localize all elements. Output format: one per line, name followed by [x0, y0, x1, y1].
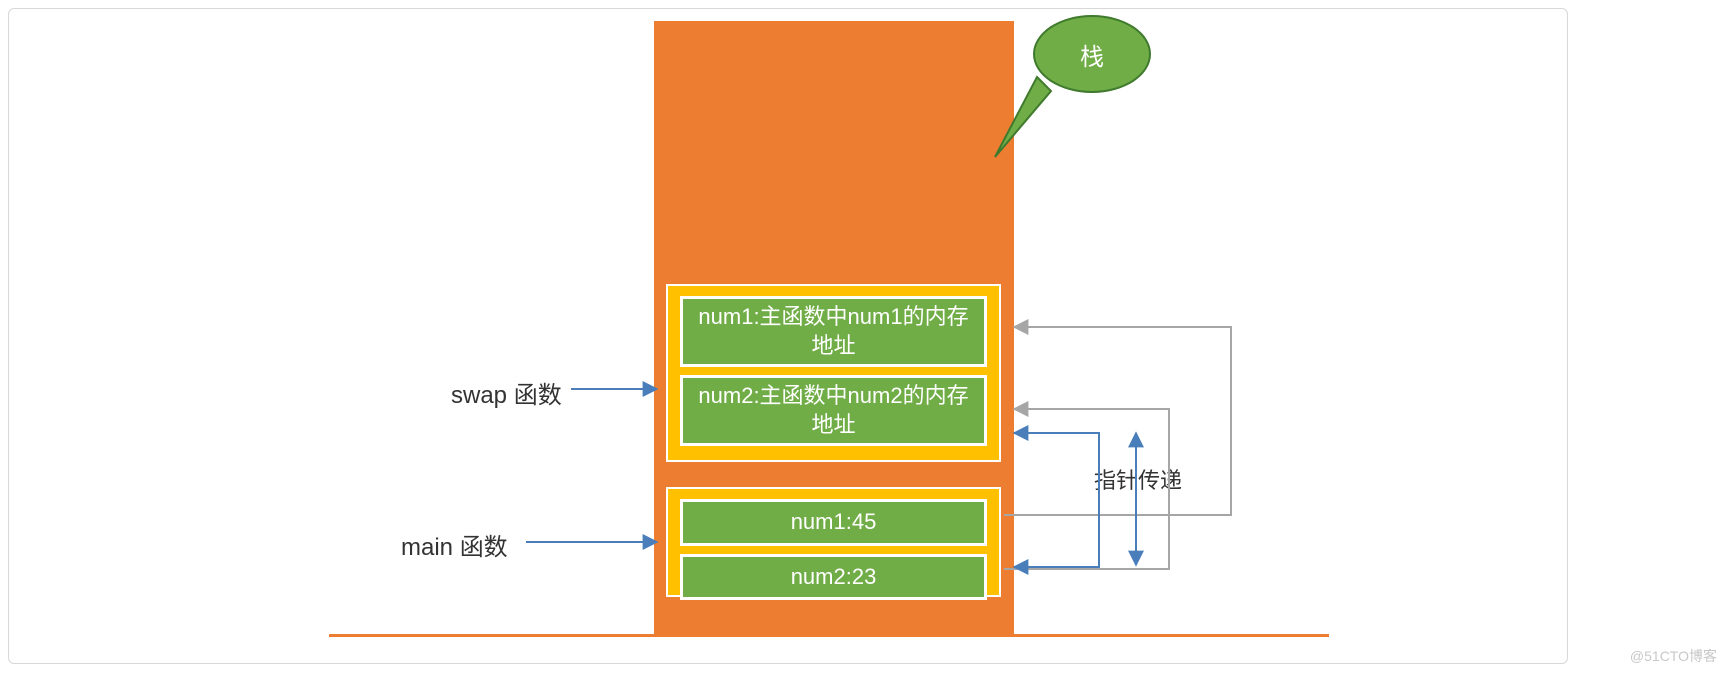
swap-slot-num2: num2:主函数中num2的内存地址: [680, 375, 987, 446]
pointer-pass-label: 指针传递: [1094, 463, 1182, 495]
swap-frame: num1:主函数中num1的内存地址 num2:主函数中num2的内存地址: [666, 284, 1001, 462]
main-slot-num2: num2:23: [680, 554, 987, 601]
callout-tail-icon: [991, 73, 1061, 163]
main-label: main 函数: [401, 527, 508, 562]
swap-slot-num1: num1:主函数中num1的内存地址: [680, 296, 987, 367]
baseline: [329, 634, 1329, 637]
ptr-link-blue-inner: [1014, 433, 1099, 567]
main-slot-num1: num1:45: [680, 499, 987, 546]
swap-label: swap 函数: [451, 375, 562, 410]
main-frame: num1:45 num2:23: [666, 487, 1001, 597]
diagram-canvas: 栈 num1:主函数中num1的内存地址 num2:主函数中num2的内存地址 …: [8, 8, 1568, 664]
watermark: @51CTO博客: [1630, 646, 1717, 666]
stack-callout: 栈: [1033, 15, 1151, 93]
